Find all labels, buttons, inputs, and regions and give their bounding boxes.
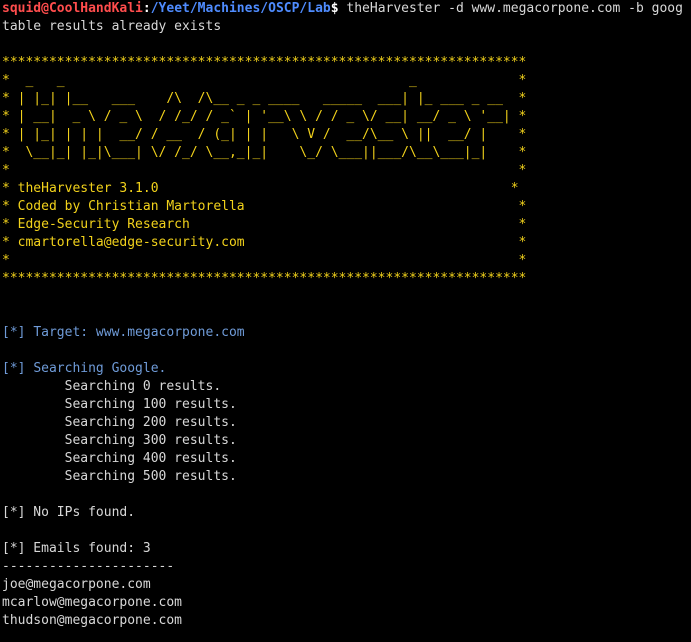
banner-version-line: * theHarvester 3.1.0 * (2, 181, 519, 196)
command-text: theHarvester -d www.megacorpone.com -b g… (338, 1, 683, 16)
prompt-user-host: squid@CoolHandKali (2, 1, 143, 16)
banner-company-line: * Edge-Security Research * (2, 217, 527, 232)
search-label: Searching Google. (33, 361, 167, 376)
search-progress-line: Searching 300 results. (2, 433, 237, 448)
search-progress-line: Searching 500 results. (2, 469, 237, 484)
terminal-window[interactable]: squid@CoolHandKali:/Yeet/Machines/OSCP/L… (2, 0, 691, 642)
banner-blank-line: * * (2, 253, 527, 268)
results-separator: ---------------------- (2, 559, 175, 574)
warning-line: table results already exists (2, 19, 222, 34)
no-ips-line: [*] No IPs found. (2, 505, 136, 520)
banner-email-line: * cmartorella@edge-security.com * (2, 235, 527, 250)
status-marker: [*] (2, 361, 34, 376)
banner-art-line: * | |_| |__ ___ /\ /\__ _ _ ____ _____ _… (2, 91, 527, 106)
banner-art-line: * * (2, 163, 527, 178)
banner-border-top: ****************************************… (2, 55, 527, 70)
search-progress-line: Searching 400 results. (2, 451, 237, 466)
banner-art-line: * | |_| | | | __/ / __ / (_| | | \ V / _… (2, 127, 527, 142)
prompt-path: /Yeet/Machines/OSCP/Lab (150, 1, 331, 16)
target-label: Target: www.megacorpone.com (33, 325, 245, 340)
prompt-symbol: $ (330, 1, 339, 16)
email-result: thudson@megacorpone.com (2, 613, 183, 628)
banner-art-line: * | __| _ \ / _ \ / /_/ / _` | '__\ \ / … (2, 109, 527, 124)
email-result: mcarlow@megacorpone.com (2, 595, 183, 610)
banner-border-bottom: ****************************************… (2, 271, 527, 286)
status-marker: [*] (2, 325, 34, 340)
email-result: joe@megacorpone.com (2, 577, 151, 592)
search-line: [*] Searching Google. (2, 360, 691, 378)
target-line: [*] Target: www.megacorpone.com (2, 324, 691, 342)
banner-author-line: * Coded by Christian Martorella * (2, 199, 527, 214)
prompt-separator: : (142, 1, 151, 16)
emails-found-line: [*] Emails found: 3 (2, 541, 151, 556)
banner-art-line: * \__|_| |_|\___| \/ /_/ \__,_|_| \_/ \_… (2, 145, 527, 160)
search-progress-line: Searching 0 results. (2, 379, 222, 394)
search-progress-line: Searching 200 results. (2, 415, 237, 430)
command-prompt-line: squid@CoolHandKali:/Yeet/Machines/OSCP/L… (2, 0, 691, 18)
banner-art-line: * _ _ _ * (2, 73, 527, 88)
search-progress-line: Searching 100 results. (2, 397, 237, 412)
